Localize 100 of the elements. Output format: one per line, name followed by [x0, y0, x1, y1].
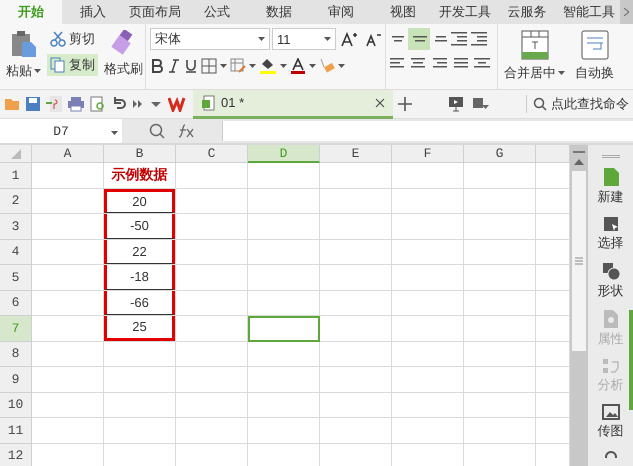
grid-cell[interactable] [176, 240, 248, 265]
grid-cell[interactable] [248, 367, 320, 392]
copy-button[interactable]: 复制 [47, 54, 98, 76]
grid-cell[interactable]: 20 [104, 188, 176, 214]
row-header[interactable]: 3 [0, 214, 32, 240]
grid-cell[interactable] [248, 418, 320, 444]
grid-cell[interactable] [32, 240, 104, 265]
grid-cell[interactable] [32, 265, 104, 290]
row-header[interactable]: 5 [0, 265, 32, 290]
grid-cell[interactable] [32, 163, 104, 188]
name-box[interactable]: D7 [0, 119, 122, 143]
align-top-center-button[interactable] [408, 28, 430, 50]
grid-cell[interactable] [32, 188, 104, 214]
grid-cell[interactable] [248, 265, 320, 290]
select-all-corner[interactable] [0, 145, 32, 163]
grid-cell[interactable] [464, 240, 536, 265]
menu-tab[interactable]: 开发工具 [434, 0, 496, 24]
grid-cell[interactable] [248, 214, 320, 240]
grid-cell[interactable] [32, 316, 104, 342]
grid-cell[interactable] [248, 290, 320, 316]
command-search[interactable]: 点此查找命令 [526, 95, 633, 113]
grid-cell[interactable] [176, 290, 248, 316]
menu-tab[interactable]: 云服务 [496, 0, 558, 24]
grid-cell[interactable] [104, 392, 176, 418]
row-header[interactable]: 2 [0, 188, 32, 214]
column-header[interactable] [536, 145, 570, 163]
grid-cell[interactable] [392, 240, 464, 265]
side-panel-item[interactable]: 形状 [598, 262, 624, 300]
grid-cell[interactable] [464, 367, 536, 392]
grid-cell[interactable] [104, 342, 176, 367]
grid-cell[interactable] [320, 367, 392, 392]
menu-tab[interactable]: 智能工具 [558, 0, 620, 24]
grid-cell[interactable] [392, 265, 464, 290]
row-header[interactable]: 9 [0, 367, 32, 392]
grid-cell[interactable] [176, 418, 248, 444]
grid-cell[interactable]: -66 [104, 290, 176, 316]
font-color-icon[interactable] [290, 58, 306, 74]
grid-cell[interactable] [320, 342, 392, 367]
cut-button[interactable]: 剪切 [47, 28, 98, 50]
document-tab[interactable]: 01 * [193, 90, 393, 118]
row-header[interactable]: 11 [0, 418, 32, 444]
grid-cell[interactable] [392, 418, 464, 444]
grid-cell[interactable] [320, 265, 392, 290]
column-header[interactable]: G [464, 145, 536, 163]
grid-cell[interactable] [32, 392, 104, 418]
menu-tab[interactable]: 审阅 [310, 0, 372, 24]
grid-cell[interactable]: -18 [104, 265, 176, 290]
grid-cell[interactable] [464, 163, 536, 188]
font-size-dropdown[interactable]: 11 [272, 28, 336, 50]
menu-tab[interactable]: 视图 [372, 0, 434, 24]
grid-cell[interactable] [104, 418, 176, 444]
menu-tab[interactable]: 公式 [186, 0, 248, 24]
grid-cell[interactable] [176, 367, 248, 392]
row-header[interactable]: 8 [0, 342, 32, 367]
grid-cell[interactable] [176, 316, 248, 342]
wrap-text-button[interactable]: 自动换 [573, 28, 616, 85]
grid-cell[interactable] [32, 418, 104, 444]
grid-cell[interactable] [464, 316, 536, 342]
row-header[interactable]: 6 [0, 290, 32, 316]
grid-cell[interactable] [464, 342, 536, 367]
side-panel-item[interactable]: 新建 [598, 168, 624, 206]
menu-tab[interactable]: 页面布局 [124, 0, 186, 24]
grid-cell[interactable] [248, 392, 320, 418]
grid-cell[interactable] [248, 188, 320, 214]
grid-cell[interactable] [320, 290, 392, 316]
grid-cell[interactable] [392, 163, 464, 188]
grid-cell[interactable] [320, 214, 392, 240]
column-header[interactable]: B [104, 145, 176, 163]
grid-cell[interactable] [392, 290, 464, 316]
merge-center-button[interactable]: 合并居中 [502, 28, 567, 85]
grid-cell[interactable] [320, 188, 392, 214]
grid-cell[interactable] [392, 367, 464, 392]
grid-cell[interactable] [464, 418, 536, 444]
grid-cell[interactable] [32, 367, 104, 392]
grid-cell[interactable] [320, 316, 392, 342]
grid-cell[interactable] [320, 240, 392, 265]
grid-cell[interactable] [104, 367, 176, 392]
grid-cell[interactable] [464, 290, 536, 316]
row-header[interactable]: 4 [0, 240, 32, 265]
active-cell[interactable] [248, 316, 320, 342]
grid-cell[interactable] [176, 342, 248, 367]
column-header[interactable]: A [32, 145, 104, 163]
menu-tab[interactable]: 插入 [62, 0, 124, 24]
grid-cell[interactable] [320, 392, 392, 418]
column-header[interactable]: F [392, 145, 464, 163]
grid-cell[interactable]: 示例数据 [104, 163, 176, 188]
grid-cell[interactable] [392, 214, 464, 240]
grid-cell[interactable] [392, 342, 464, 367]
grid-cell[interactable]: 25 [104, 316, 176, 342]
grid-cell[interactable] [464, 188, 536, 214]
grid-cell[interactable] [32, 342, 104, 367]
grid-cell[interactable] [464, 214, 536, 240]
grid-cell[interactable] [320, 163, 392, 188]
grid-cell[interactable] [392, 392, 464, 418]
grid-cell[interactable] [176, 214, 248, 240]
scroll-right-icon[interactable] [620, 0, 633, 24]
vertical-scrollbar[interactable] [570, 145, 588, 466]
grid-cell[interactable] [248, 163, 320, 188]
grid-cell[interactable] [32, 214, 104, 240]
grid-cell[interactable] [392, 188, 464, 214]
